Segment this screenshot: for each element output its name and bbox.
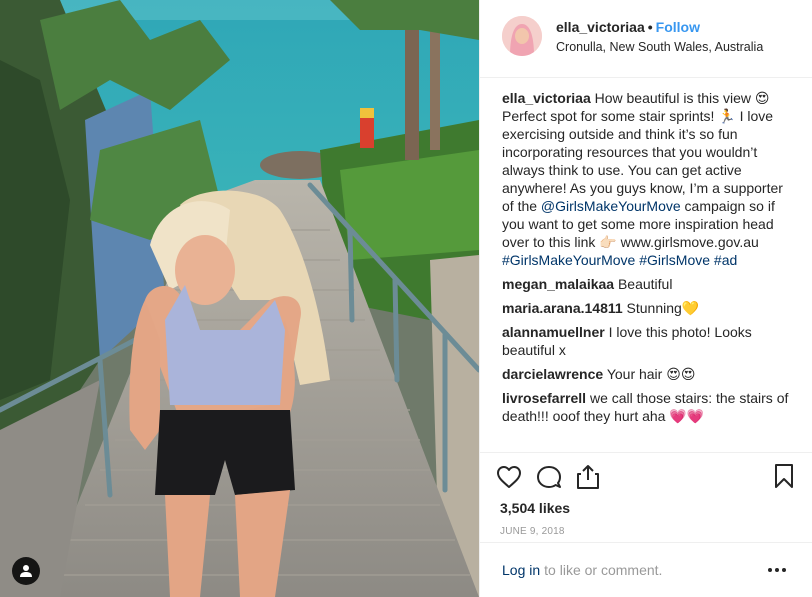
comment-text: Your hair 😍😍 — [606, 366, 696, 382]
caption-text-part-1: How beautiful is this view 😍 Perfect spo… — [502, 90, 783, 214]
comment-text: Beautiful — [617, 276, 673, 292]
comment-text: Stunning💛 — [626, 300, 700, 316]
list-item: alannamuellner I love this photo! Looks … — [502, 323, 796, 359]
caption-hashtag[interactable]: #GirlsMakeYourMove — [502, 252, 635, 268]
post-actions: 3,504 likes JUNE 9, 2018 — [480, 452, 812, 542]
post-photo[interactable] — [0, 0, 479, 597]
list-item: darcielawrence Your hair 😍😍 — [502, 365, 796, 383]
comment-username[interactable]: megan_malaikaa — [502, 276, 614, 292]
post-location[interactable]: Cronulla, New South Wales, Australia — [556, 40, 763, 54]
more-options-icon — [768, 568, 772, 572]
save-button[interactable] — [774, 463, 794, 492]
action-icons-row — [496, 461, 812, 493]
user-tag-icon — [20, 565, 32, 577]
caption-hashtag[interactable]: #ad — [714, 252, 737, 268]
comment-username[interactable]: alannamuellner — [502, 324, 605, 340]
comment-username[interactable]: livrosefarrell — [502, 390, 586, 406]
follow-button[interactable]: Follow — [656, 19, 700, 35]
caption-hashtag[interactable]: #GirlsMove — [639, 252, 710, 268]
bookmark-icon — [775, 464, 793, 488]
list-item: livrosefarrell we call those stairs: the… — [502, 389, 796, 425]
header-user-line: ella_victoriaa • Follow — [556, 19, 763, 35]
comment-icon — [537, 466, 561, 488]
login-link[interactable]: Log in — [502, 562, 540, 578]
caption-username[interactable]: ella_victoriaa — [502, 90, 591, 106]
avatar[interactable] — [502, 16, 542, 56]
like-button[interactable] — [496, 461, 536, 493]
comment-username[interactable]: maria.arana.14811 — [502, 300, 623, 316]
comment-username[interactable]: darcielawrence — [502, 366, 603, 382]
photo-scene — [0, 0, 479, 597]
share-icon — [577, 465, 599, 489]
post-caption: ella_victoriaa How beautiful is this vie… — [502, 89, 796, 269]
post-details-panel: ella_victoriaa • Follow Cronulla, New Sout… — [479, 0, 812, 597]
list-item: megan_malaikaa Beautiful — [502, 275, 796, 293]
post-username[interactable]: ella_victoriaa — [556, 19, 645, 35]
user-tag-button[interactable] — [12, 557, 40, 585]
heart-icon — [497, 466, 521, 488]
login-prompt-text: to like or comment. — [544, 561, 663, 578]
comments-list[interactable]: ella_victoriaa How beautiful is this vie… — [480, 78, 812, 452]
list-item: maria.arana.14811 Stunning💛 — [502, 299, 796, 317]
instagram-post: ella_victoriaa • Follow Cronulla, New Sout… — [0, 0, 812, 597]
share-button[interactable] — [576, 461, 616, 493]
more-options-icon — [782, 568, 786, 572]
more-options-icon — [775, 568, 779, 572]
header-text: ella_victoriaa • Follow Cronulla, New Sout… — [556, 19, 763, 54]
more-options-button[interactable] — [768, 568, 786, 572]
post-header: ella_victoriaa • Follow Cronulla, New Sout… — [480, 0, 812, 78]
separator-dot: • — [647, 19, 653, 35]
post-date[interactable]: JUNE 9, 2018 — [500, 526, 812, 537]
caption-mention[interactable]: @GirlsMakeYourMove — [541, 198, 681, 214]
avatar-image — [502, 16, 542, 56]
comment-button[interactable] — [536, 461, 576, 493]
likes-count[interactable]: 3,504 likes — [500, 500, 812, 516]
login-footer: Log in to like or comment. — [480, 542, 812, 596]
